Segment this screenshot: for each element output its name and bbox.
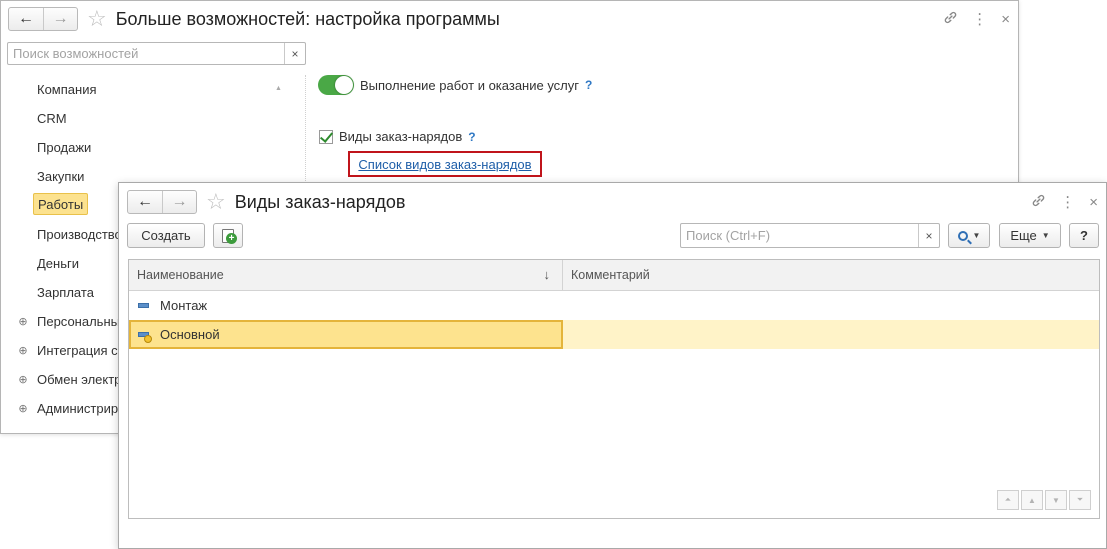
- table-row-selected[interactable]: Основной: [129, 320, 1099, 349]
- table-cell-comment: [563, 291, 1099, 320]
- table-cell-comment: [563, 320, 1099, 349]
- arrow-right-icon: →: [52, 10, 69, 27]
- help-icon[interactable]: ?: [585, 78, 592, 92]
- back-button[interactable]: ←: [128, 191, 162, 213]
- sidebar-item-exchange[interactable]: Обмен электр: [37, 369, 121, 391]
- search-icon: [957, 230, 968, 241]
- column-header-comment[interactable]: Комментарий: [563, 260, 1099, 290]
- order-types-window-title: Виды заказ-нарядов: [234, 191, 406, 212]
- main-item-icon: [138, 332, 152, 343]
- more-vertical-icon[interactable]: ⋮: [972, 12, 987, 27]
- search-options-button[interactable]: ▼: [948, 223, 990, 248]
- column-header-name[interactable]: Наименование ↓: [129, 260, 563, 290]
- back-button[interactable]: ←: [9, 8, 43, 30]
- create-button-label: Создать: [141, 228, 191, 243]
- sidebar-item-purchases[interactable]: Закупки: [37, 166, 84, 188]
- more-actions-label: Еще: [1010, 228, 1037, 243]
- row-name: Монтаж: [160, 298, 208, 313]
- list-search-input[interactable]: [681, 224, 918, 247]
- features-search-input[interactable]: [8, 43, 284, 64]
- help-icon[interactable]: ?: [468, 130, 475, 144]
- sidebar-item-company[interactable]: Компания: [37, 79, 97, 101]
- order-types-checkbox-label: Виды заказ-нарядов: [339, 129, 463, 144]
- settings-window-title: Больше возможностей: настройка программы: [115, 8, 500, 29]
- sidebar-item-salary[interactable]: Зарплата: [37, 282, 94, 304]
- scroll-down-icon[interactable]: ▼: [1045, 490, 1067, 510]
- settings-titlebar: ← → ☆ Больше возможностей: настройка про…: [1, 1, 1018, 37]
- scroll-last-icon[interactable]: ⏷: [1069, 490, 1091, 510]
- sidebar-item-money[interactable]: Деньги: [37, 253, 79, 275]
- link-svg: [944, 11, 957, 24]
- column-header-name-label: Наименование: [137, 268, 224, 282]
- help-button[interactable]: ?: [1069, 223, 1099, 248]
- sidebar-item-personal[interactable]: Персональны: [37, 311, 120, 333]
- catalog-item-icon: [138, 303, 149, 308]
- search-clear-button[interactable]: ×: [918, 224, 939, 247]
- forward-button[interactable]: →: [162, 191, 196, 213]
- arrow-left-icon: ←: [18, 10, 34, 27]
- more-vertical-icon[interactable]: ⋮: [1060, 195, 1075, 210]
- copy-button[interactable]: [213, 223, 243, 248]
- expand-icon[interactable]: ⊕: [17, 311, 29, 333]
- favorite-star-icon[interactable]: ☆: [206, 191, 226, 213]
- sidebar-item-sales[interactable]: Продажи: [37, 137, 91, 159]
- close-icon[interactable]: ×: [1001, 12, 1010, 27]
- order-types-title-tools: ⋮ ×: [1031, 193, 1098, 211]
- arrow-left-icon: ←: [137, 193, 153, 210]
- more-actions-button[interactable]: Еще ▼: [999, 223, 1061, 248]
- favorite-star-icon[interactable]: ☆: [87, 8, 107, 30]
- scroll-first-icon[interactable]: ⏶: [997, 490, 1019, 510]
- order-types-table: Наименование ↓ Комментарий Монтаж Основн…: [128, 259, 1100, 519]
- order-types-checkbox[interactable]: [319, 129, 333, 144]
- column-header-comment-label: Комментарий: [571, 268, 650, 282]
- close-icon[interactable]: ×: [1089, 195, 1098, 210]
- sort-arrow-icon: ↓: [543, 267, 551, 282]
- table-cell-name: Основной: [129, 320, 563, 349]
- order-types-nav-group: ← →: [127, 190, 197, 214]
- forward-button[interactable]: →: [43, 8, 77, 30]
- row-name: Основной: [160, 327, 220, 342]
- table-cell-name: Монтаж: [129, 291, 563, 320]
- clear-icon: ×: [925, 228, 933, 243]
- table-header: Наименование ↓ Комментарий: [129, 260, 1099, 291]
- sidebar-item-works[interactable]: Работы: [33, 193, 89, 215]
- clear-icon: ×: [291, 46, 299, 61]
- features-search: ×: [7, 42, 306, 65]
- chevron-down-icon: ▼: [972, 231, 981, 240]
- scroll-up-icon[interactable]: ▲: [1021, 490, 1043, 510]
- create-button[interactable]: Создать: [127, 223, 205, 248]
- settings-nav-group: ← →: [8, 7, 78, 31]
- help-icon: ?: [1080, 228, 1088, 243]
- expand-icon[interactable]: ⊕: [17, 340, 29, 362]
- works-toggle-label: Выполнение работ и оказание услуг: [360, 77, 580, 93]
- sidebar-item-crm[interactable]: CRM: [37, 108, 67, 130]
- list-search: ×: [680, 223, 940, 248]
- chevron-down-icon: ▼: [1041, 231, 1050, 240]
- expand-icon[interactable]: ⊕: [17, 369, 29, 391]
- copy-add-icon: [222, 228, 237, 244]
- order-types-window: ← → ☆ Виды заказ-нарядов ⋮ × Создать × ▼…: [118, 182, 1107, 549]
- sidebar-item-production[interactable]: Производство: [37, 224, 122, 246]
- table-row[interactable]: Монтаж: [129, 291, 1099, 320]
- order-types-link-highlight: Список видов заказ-нарядов: [348, 151, 542, 177]
- arrow-right-icon: →: [171, 193, 188, 210]
- works-toggle[interactable]: [318, 75, 354, 95]
- table-pager: ⏶ ▲ ▼ ⏷: [995, 490, 1091, 510]
- order-types-list-link[interactable]: Список видов заказ-нарядов: [358, 157, 531, 172]
- link-icon[interactable]: [1031, 193, 1046, 211]
- works-option-row: Выполнение работ и оказание услуг ?: [318, 75, 592, 95]
- search-clear-button[interactable]: ×: [284, 43, 305, 64]
- scroll-up-icon[interactable]: ▲: [275, 85, 282, 92]
- expand-icon[interactable]: ⊕: [17, 398, 29, 420]
- order-types-option-row: Виды заказ-нарядов ?: [319, 129, 476, 144]
- sidebar-item-integration[interactable]: Интеграция с: [37, 340, 118, 362]
- settings-title-tools: ⋮ ×: [943, 10, 1010, 28]
- link-svg: [1032, 194, 1045, 207]
- order-types-titlebar: ← → ☆ Виды заказ-нарядов ⋮ ×: [119, 183, 1106, 221]
- sidebar-item-administration[interactable]: Администриро: [37, 398, 125, 420]
- link-icon[interactable]: [943, 10, 958, 28]
